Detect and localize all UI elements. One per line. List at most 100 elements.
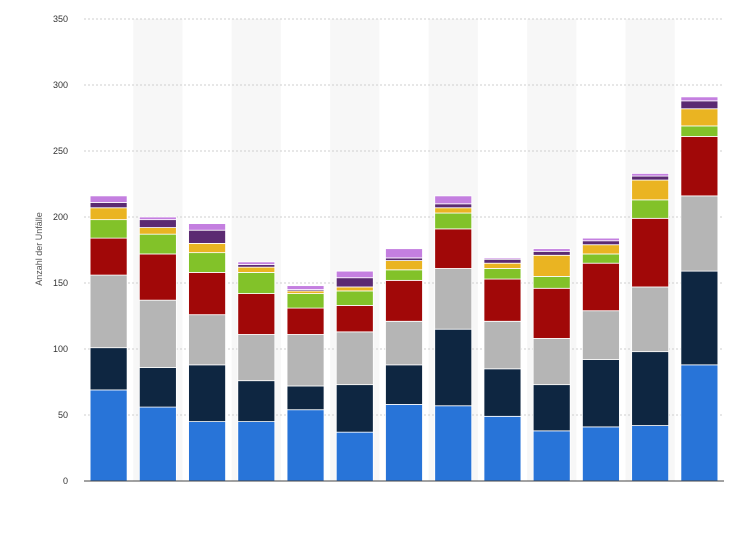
bar-segment[interactable] [237,266,276,273]
bar-segment[interactable] [89,237,128,276]
bar-stack[interactable] [483,257,522,482]
bar-segment[interactable] [434,405,473,482]
bar-segment[interactable] [188,364,226,422]
bar-stack[interactable] [631,173,670,482]
bar-segment[interactable] [532,287,571,339]
bar-segment[interactable] [89,195,128,203]
bar-segment[interactable] [680,270,719,366]
bar-segment[interactable] [335,431,374,482]
bar-segment[interactable] [582,253,620,264]
bar-segment[interactable] [680,195,719,272]
bar-segment[interactable] [237,293,276,335]
bar-segment[interactable] [434,212,473,230]
bar-segment[interactable] [286,334,325,387]
bar-segment[interactable] [582,426,620,482]
bar-stack[interactable] [385,248,423,482]
bar-segment[interactable] [188,223,226,231]
bar-segment[interactable] [237,380,276,422]
bar-segment[interactable] [138,406,177,482]
bar-segment[interactable] [680,96,719,102]
bar-segment[interactable] [483,262,522,269]
bar-segment[interactable] [483,268,522,280]
bar-segment[interactable] [532,250,571,256]
bar-segment[interactable] [89,202,128,209]
bar-segment[interactable] [582,237,620,242]
bar-stack[interactable] [680,96,719,482]
bar-segment[interactable] [483,320,522,370]
bar-stack[interactable] [188,223,226,482]
bar-stack[interactable] [138,216,177,482]
bar-segment[interactable] [138,367,177,408]
bar-segment[interactable] [138,216,177,221]
bar-segment[interactable] [434,268,473,330]
bar-segment[interactable] [385,364,423,405]
bar-stack[interactable] [582,237,620,482]
bar-segment[interactable] [631,425,670,482]
bar-segment[interactable] [188,252,226,273]
bar-segment[interactable] [434,207,473,214]
bar-segment[interactable] [138,227,177,235]
bar-segment[interactable] [483,368,522,417]
bar-segment[interactable] [631,173,670,177]
bar-segment[interactable] [188,272,226,316]
bar-segment[interactable] [385,320,423,366]
bar-segment[interactable] [89,389,128,482]
bar-segment[interactable] [532,254,571,277]
bar-stack[interactable] [335,270,374,482]
bar-segment[interactable] [138,299,177,368]
bar-segment[interactable] [532,384,571,432]
bar-segment[interactable] [335,270,374,279]
bar-segment[interactable] [286,385,325,411]
bar-segment[interactable] [335,290,374,306]
bar-segment[interactable] [188,242,226,254]
bar-segment[interactable] [434,328,473,407]
bar-segment[interactable] [532,275,571,289]
bar-segment[interactable] [335,286,374,292]
bar-segment[interactable] [385,269,423,281]
bar-segment[interactable] [385,260,423,271]
bar-segment[interactable] [335,277,374,288]
bar-segment[interactable] [483,415,522,482]
bar-segment[interactable] [582,240,620,246]
bar-stack[interactable] [237,261,276,482]
bar-segment[interactable] [680,100,719,110]
bar-segment[interactable] [385,248,423,259]
bar-segment[interactable] [532,338,571,386]
bar-segment[interactable] [188,314,226,366]
bar-segment[interactable] [335,331,374,386]
bar-segment[interactable] [532,248,571,252]
bar-segment[interactable] [237,334,276,382]
bar-segment[interactable] [483,278,522,322]
bar-segment[interactable] [483,258,522,264]
bar-segment[interactable] [138,219,177,228]
bar-stack[interactable] [89,195,128,482]
bar-segment[interactable] [631,179,670,201]
bar-segment[interactable] [631,199,670,219]
bar-segment[interactable] [631,286,670,353]
bar-segment[interactable] [582,310,620,360]
bar-segment[interactable] [582,244,620,255]
bar-segment[interactable] [434,195,473,205]
bar-stack[interactable] [286,285,325,482]
bar-segment[interactable] [385,279,423,322]
bar-segment[interactable] [188,229,226,244]
bar-segment[interactable] [335,305,374,333]
bar-segment[interactable] [188,421,226,482]
bar-segment[interactable] [237,272,276,294]
bar-segment[interactable] [335,384,374,433]
bar-segment[interactable] [237,421,276,482]
bar-segment[interactable] [532,430,571,482]
bar-segment[interactable] [582,359,620,428]
bar-segment[interactable] [680,108,719,127]
bar-segment[interactable] [434,228,473,269]
bar-segment[interactable] [89,207,128,221]
bar-segment[interactable] [138,253,177,301]
bar-segment[interactable] [138,233,177,255]
bar-segment[interactable] [631,351,670,426]
bar-segment[interactable] [483,257,522,260]
bar-segment[interactable] [237,261,276,265]
bar-stack[interactable] [434,195,473,482]
bar-stack[interactable] [532,248,571,482]
bar-segment[interactable] [89,219,128,239]
bar-segment[interactable] [680,364,719,482]
